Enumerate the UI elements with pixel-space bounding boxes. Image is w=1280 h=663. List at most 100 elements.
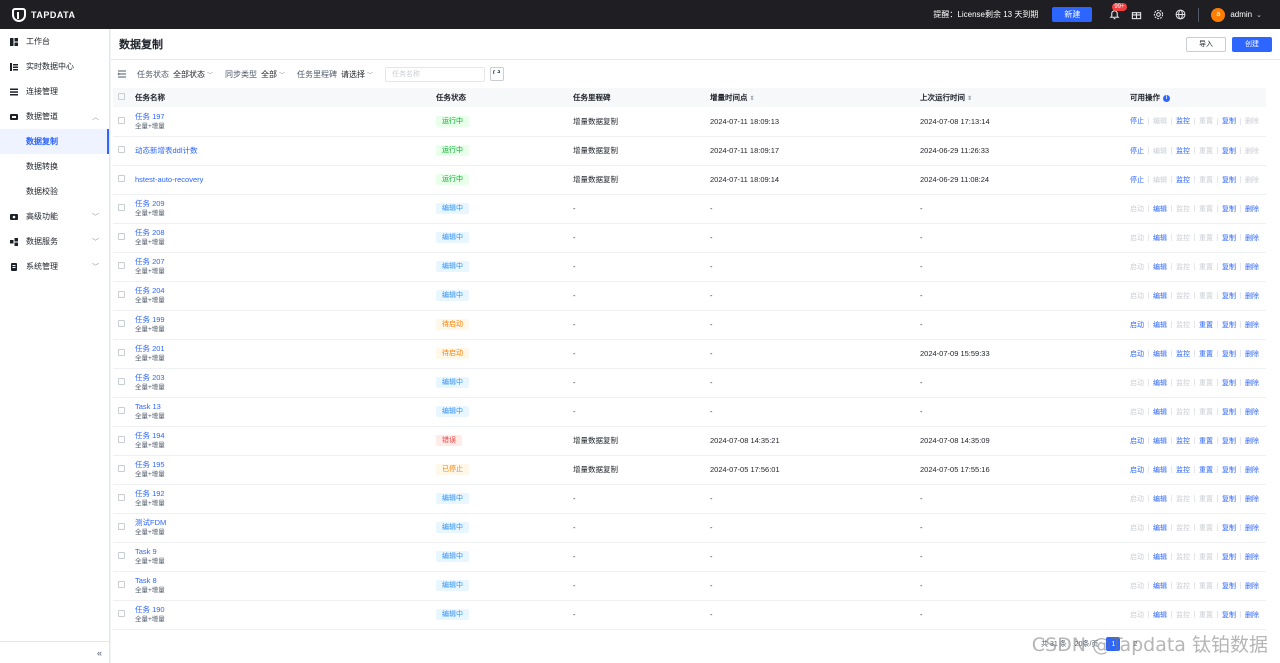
- sort-icon[interactable]: ⇕: [967, 96, 972, 102]
- action-1[interactable]: 编辑: [1153, 204, 1167, 214]
- table-row[interactable]: 任务 209 全量+增量 编辑中 - - - 启动 编辑 监控 重置 复制 删除: [113, 194, 1266, 223]
- row-checkbox[interactable]: [118, 291, 125, 298]
- action-4[interactable]: 复制: [1222, 378, 1236, 388]
- task-name-link[interactable]: 动态新增表ddl计数: [135, 146, 436, 156]
- table-row[interactable]: Task 9 全量+增量 编辑中 - - - 启动 编辑 监控 重置 复制 删除: [113, 542, 1266, 571]
- row-checkbox[interactable]: [118, 146, 125, 153]
- action-2[interactable]: 监控: [1176, 146, 1190, 156]
- action-5[interactable]: 删除: [1245, 233, 1259, 243]
- row-checkbox[interactable]: [118, 349, 125, 356]
- task-name-link[interactable]: 任务 190: [135, 605, 436, 615]
- sidebar-item-data-verify[interactable]: 数据校验: [0, 179, 109, 204]
- table-row[interactable]: 任务 195 全量+增量 已停止 增量数据复制 2024-07-05 17:56…: [113, 455, 1266, 484]
- task-name-link[interactable]: 任务 207: [135, 257, 436, 267]
- task-name-link[interactable]: 任务 208: [135, 228, 436, 238]
- task-name-link[interactable]: 任务 194: [135, 431, 436, 441]
- action-4[interactable]: 复制: [1222, 291, 1236, 301]
- action-5[interactable]: 删除: [1245, 320, 1259, 330]
- action-4[interactable]: 复制: [1222, 552, 1236, 562]
- row-checkbox[interactable]: [118, 204, 125, 211]
- action-3[interactable]: 重置: [1199, 320, 1213, 330]
- action-4[interactable]: 复制: [1222, 233, 1236, 243]
- table-row[interactable]: Task 8 全量+增量 编辑中 - - - 启动 编辑 监控 重置 复制 删除: [113, 571, 1266, 600]
- action-1[interactable]: 编辑: [1153, 465, 1167, 475]
- action-2[interactable]: 监控: [1176, 465, 1190, 475]
- table-row[interactable]: hstest-auto-recovery 运行中 增量数据复制 2024-07-…: [113, 165, 1266, 194]
- action-4[interactable]: 复制: [1222, 436, 1236, 446]
- row-checkbox[interactable]: [118, 407, 125, 414]
- row-checkbox[interactable]: [118, 233, 125, 240]
- sidebar-item-data-replication[interactable]: 数据复制: [0, 129, 109, 154]
- action-0[interactable]: 启动: [1130, 465, 1144, 475]
- action-1[interactable]: 编辑: [1153, 494, 1167, 504]
- action-4[interactable]: 复制: [1222, 175, 1236, 185]
- bell-icon[interactable]: 99+: [1108, 2, 1127, 21]
- table-row[interactable]: 任务 208 全量+增量 编辑中 - - - 启动 编辑 监控 重置 复制 删除: [113, 223, 1266, 252]
- action-4[interactable]: 复制: [1222, 204, 1236, 214]
- table-row[interactable]: 动态新增表ddl计数 运行中 增量数据复制 2024-07-11 18:09:1…: [113, 136, 1266, 165]
- row-checkbox[interactable]: [118, 262, 125, 269]
- action-0[interactable]: 启动: [1130, 320, 1144, 330]
- action-4[interactable]: 复制: [1222, 349, 1236, 359]
- row-checkbox[interactable]: [118, 465, 125, 472]
- action-3[interactable]: 重置: [1199, 465, 1213, 475]
- action-1[interactable]: 编辑: [1153, 407, 1167, 417]
- row-checkbox[interactable]: [118, 378, 125, 385]
- action-1[interactable]: 编辑: [1153, 436, 1167, 446]
- row-checkbox[interactable]: [118, 116, 125, 124]
- action-0[interactable]: 启动: [1130, 436, 1144, 446]
- action-3[interactable]: 重置: [1199, 436, 1213, 446]
- action-1[interactable]: 编辑: [1153, 291, 1167, 301]
- chevron-down-icon[interactable]: ⌄: [1256, 11, 1262, 19]
- row-checkbox[interactable]: [118, 552, 125, 559]
- action-4[interactable]: 复制: [1222, 146, 1236, 156]
- row-checkbox[interactable]: [118, 523, 125, 530]
- milestone-filter[interactable]: 任务里程碑 请选择 ﹀: [297, 69, 373, 80]
- action-4[interactable]: 复制: [1222, 610, 1236, 620]
- row-checkbox[interactable]: [118, 436, 125, 443]
- row-checkbox[interactable]: [118, 610, 125, 617]
- action-5[interactable]: 删除: [1245, 204, 1259, 214]
- sidebar-item-advanced[interactable]: 高级功能 ﹀: [0, 204, 109, 229]
- globe-language-icon[interactable]: [1174, 9, 1186, 21]
- action-4[interactable]: 复制: [1222, 262, 1236, 272]
- action-3[interactable]: 重置: [1199, 349, 1213, 359]
- avatar[interactable]: a: [1211, 7, 1226, 22]
- task-name-link[interactable]: Task 8: [135, 576, 436, 586]
- action-5[interactable]: 删除: [1245, 494, 1259, 504]
- status-filter[interactable]: 任务状态 全部状态 ﹀: [137, 69, 213, 80]
- action-5[interactable]: 删除: [1245, 610, 1259, 620]
- table-row[interactable]: 任务 194 全量+增量 错误 增量数据复制 2024-07-08 14:35:…: [113, 426, 1266, 455]
- row-checkbox[interactable]: [118, 320, 125, 327]
- sidebar-item-data-transform[interactable]: 数据转换: [0, 154, 109, 179]
- sidebar-item-data-center[interactable]: 实时数据中心: [0, 54, 109, 79]
- action-5[interactable]: 删除: [1245, 436, 1259, 446]
- action-2[interactable]: 监控: [1176, 349, 1190, 359]
- action-1[interactable]: 编辑: [1153, 610, 1167, 620]
- action-4[interactable]: 复制: [1222, 523, 1236, 533]
- collapse-sidebar-button[interactable]: «: [0, 641, 110, 663]
- action-5[interactable]: 删除: [1245, 523, 1259, 533]
- action-1[interactable]: 编辑: [1153, 581, 1167, 591]
- action-1[interactable]: 编辑: [1153, 552, 1167, 562]
- select-all-checkbox[interactable]: [118, 93, 125, 100]
- logo[interactable]: TAPDATA: [12, 7, 76, 22]
- action-0[interactable]: 停止: [1130, 116, 1144, 126]
- table-row[interactable]: 任务 190 全量+增量 编辑中 - - - 启动 编辑 监控 重置 复制 删除: [113, 600, 1266, 629]
- row-checkbox[interactable]: [118, 581, 125, 588]
- action-1[interactable]: 编辑: [1153, 378, 1167, 388]
- action-0[interactable]: 启动: [1130, 349, 1144, 359]
- task-name-link[interactable]: 任务 199: [135, 315, 436, 325]
- action-0[interactable]: 停止: [1130, 175, 1144, 185]
- task-name-link[interactable]: Task 13: [135, 402, 436, 412]
- action-1[interactable]: 编辑: [1153, 233, 1167, 243]
- sidebar-item-pipeline[interactable]: 数据管道 ︿: [0, 104, 109, 129]
- table-row[interactable]: 任务 199 全量+增量 待启动 - - - 启动 编辑 监控 重置 复制 删除: [113, 310, 1266, 339]
- action-5[interactable]: 删除: [1245, 581, 1259, 591]
- new-button[interactable]: 新建: [1052, 7, 1093, 22]
- task-name-link[interactable]: 任务 201: [135, 344, 436, 354]
- table-row[interactable]: Task 13 全量+增量 编辑中 - - - 启动 编辑 监控 重置 复制 删除: [113, 397, 1266, 426]
- action-5[interactable]: 删除: [1245, 407, 1259, 417]
- settings-gear-icon[interactable]: [1152, 9, 1164, 21]
- sidebar-item-connections[interactable]: 连接管理: [0, 79, 109, 104]
